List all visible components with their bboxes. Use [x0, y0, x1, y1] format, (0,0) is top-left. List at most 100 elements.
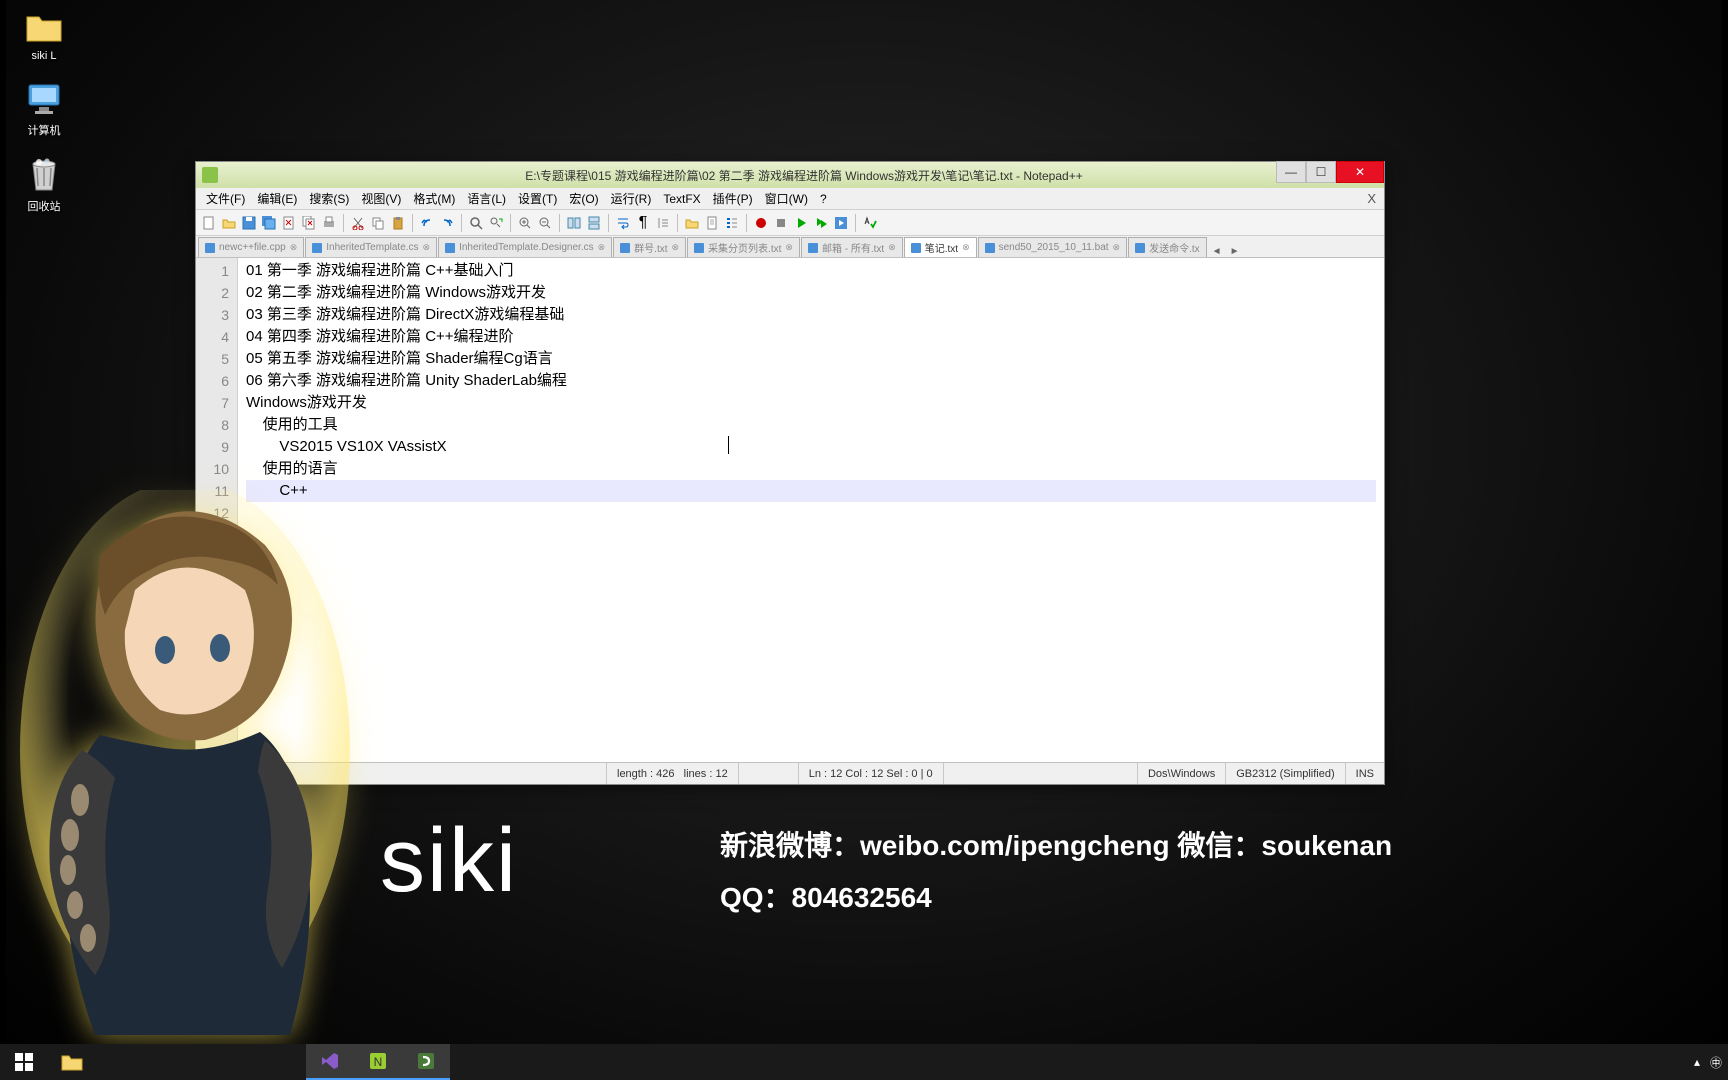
- menu-textfx[interactable]: TextFX: [657, 190, 706, 208]
- input-method-icon[interactable]: ㊥: [1710, 1054, 1722, 1071]
- status-eol: Dos\Windows: [1137, 763, 1225, 784]
- menu-search[interactable]: 搜索(S): [303, 188, 355, 209]
- function-list-icon[interactable]: [723, 214, 741, 232]
- tab-file[interactable]: 发送命令.tx: [1128, 237, 1207, 257]
- code-line: 03 第三季 游戏编程进阶篇 DirectX游戏编程基础: [246, 304, 1376, 326]
- code-line: 06 第六季 游戏编程进阶篇 Unity ShaderLab编程: [246, 370, 1376, 392]
- tab-file[interactable]: send50_2015_10_11.bat⊗: [978, 237, 1127, 257]
- toolbar-separator: [559, 214, 560, 232]
- cut-icon[interactable]: [349, 214, 367, 232]
- undo-icon[interactable]: [418, 214, 436, 232]
- save-icon[interactable]: [240, 214, 258, 232]
- toolbar-separator: [510, 214, 511, 232]
- letterbox-left: [0, 0, 6, 1080]
- tab-label: 采集分页列表.txt: [708, 240, 781, 255]
- tab-close-icon[interactable]: ⊗: [785, 242, 793, 253]
- tab-close-icon[interactable]: ⊗: [423, 242, 431, 253]
- toolbar-separator: [608, 214, 609, 232]
- copy-icon[interactable]: [369, 214, 387, 232]
- file-icon: [205, 243, 215, 253]
- menu-edit[interactable]: 编辑(E): [251, 188, 303, 209]
- menu-macro[interactable]: 宏(O): [563, 188, 604, 209]
- new-file-icon[interactable]: [200, 214, 218, 232]
- find-icon[interactable]: [467, 214, 485, 232]
- macro-stop-icon[interactable]: [772, 214, 790, 232]
- show-all-chars-icon[interactable]: ¶: [634, 214, 652, 232]
- code-line: 使用的工具: [246, 414, 1376, 436]
- macro-play-icon[interactable]: [792, 214, 810, 232]
- tab-close-icon[interactable]: ⊗: [672, 242, 680, 253]
- visual-studio-taskbar[interactable]: [306, 1044, 354, 1080]
- tab-file[interactable]: 群号.txt⊗: [613, 237, 686, 257]
- menu-window[interactable]: 窗口(W): [759, 188, 814, 209]
- zoom-in-icon[interactable]: [516, 214, 534, 232]
- close-button[interactable]: ✕: [1336, 161, 1384, 183]
- macro-record-icon[interactable]: [752, 214, 770, 232]
- menu-help[interactable]: ?: [814, 190, 833, 208]
- wordwrap-icon[interactable]: [614, 214, 632, 232]
- desktop-icon-recycle[interactable]: 回收站: [12, 156, 76, 214]
- start-button[interactable]: [0, 1044, 48, 1080]
- tab-close-icon[interactable]: ⊗: [962, 242, 970, 253]
- tab-close-icon[interactable]: ⊗: [1113, 242, 1121, 253]
- tab-file-active[interactable]: 笔记.txt⊗: [904, 237, 977, 257]
- file-explorer-taskbar[interactable]: [48, 1044, 96, 1080]
- tab-file[interactable]: InheritedTemplate.Designer.cs⊗: [438, 237, 612, 257]
- close-file-icon[interactable]: [280, 214, 298, 232]
- save-all-icon[interactable]: [260, 214, 278, 232]
- close-all-icon[interactable]: [300, 214, 318, 232]
- doc-map-icon[interactable]: [703, 214, 721, 232]
- desktop-icon-folder[interactable]: siki L: [12, 8, 76, 62]
- menu-run[interactable]: 运行(R): [605, 188, 658, 209]
- status-ins-mode[interactable]: INS: [1345, 763, 1384, 784]
- macro-play-multi-icon[interactable]: [812, 214, 830, 232]
- toolbar: ¶: [196, 210, 1384, 236]
- redo-icon[interactable]: [438, 214, 456, 232]
- code-line: 01 第一季 游戏编程进阶篇 C++基础入门: [246, 260, 1376, 282]
- folder-as-workspace-icon[interactable]: [683, 214, 701, 232]
- tab-file[interactable]: 邮箱 - 所有.txt⊗: [801, 237, 903, 257]
- notepad-plus-plus-taskbar[interactable]: N: [354, 1044, 402, 1080]
- menu-file[interactable]: 文件(F): [200, 188, 251, 209]
- tab-file[interactable]: 采集分页列表.txt ⊗: [687, 237, 800, 257]
- sync-h-icon[interactable]: [585, 214, 603, 232]
- desktop-icon-computer[interactable]: 计算机: [12, 80, 76, 138]
- tab-label: newc++file.cpp: [219, 242, 286, 253]
- window-title: E:\专题课程\015 游戏编程进阶篇\02 第二季 游戏编程进阶篇 Windo…: [224, 167, 1384, 184]
- menubar-close-icon[interactable]: X: [1367, 191, 1376, 206]
- tray-up-icon[interactable]: ▴: [1694, 1055, 1700, 1069]
- tab-scroll-left-icon[interactable]: ◄: [1208, 246, 1226, 257]
- paste-icon[interactable]: [389, 214, 407, 232]
- watermark-contact: 新浪微博：weibo.com/ipengcheng 微信：soukenan QQ…: [720, 820, 1392, 924]
- tab-close-icon[interactable]: ⊗: [888, 242, 896, 253]
- desktop-icon-label: 回收站: [28, 198, 61, 214]
- maximize-button[interactable]: ☐: [1306, 161, 1336, 183]
- titlebar[interactable]: E:\专题课程\015 游戏编程进阶篇\02 第二季 游戏编程进阶篇 Windo…: [196, 162, 1384, 188]
- camtasia-taskbar[interactable]: [402, 1044, 450, 1080]
- open-file-icon[interactable]: [220, 214, 238, 232]
- tab-file[interactable]: InheritedTemplate.cs⊗: [305, 237, 437, 257]
- menu-settings[interactable]: 设置(T): [512, 188, 563, 209]
- tab-close-icon[interactable]: ⊗: [290, 242, 298, 253]
- spellcheck-icon[interactable]: [861, 214, 879, 232]
- code-editor[interactable]: 01 第一季 游戏编程进阶篇 C++基础入门 02 第二季 游戏编程进阶篇 Wi…: [238, 258, 1384, 762]
- minimize-button[interactable]: —: [1276, 161, 1306, 183]
- tab-close-icon[interactable]: ⊗: [598, 242, 606, 253]
- file-icon: [985, 243, 995, 253]
- indent-guide-icon[interactable]: [654, 214, 672, 232]
- menu-language[interactable]: 语言(L): [461, 188, 512, 209]
- menu-plugins[interactable]: 插件(P): [707, 188, 759, 209]
- file-icon: [694, 243, 704, 253]
- print-icon[interactable]: [320, 214, 338, 232]
- macro-save-icon[interactable]: [832, 214, 850, 232]
- tab-file[interactable]: newc++file.cpp ⊗: [198, 237, 304, 257]
- file-icon: [312, 243, 322, 253]
- notepad-plus-plus-window: E:\专题课程\015 游戏编程进阶篇\02 第二季 游戏编程进阶篇 Windo…: [195, 161, 1385, 785]
- replace-icon[interactable]: [487, 214, 505, 232]
- menu-view[interactable]: 视图(V): [355, 188, 407, 209]
- menu-format[interactable]: 格式(M): [407, 188, 461, 209]
- tabbar: newc++file.cpp ⊗ InheritedTemplate.cs⊗ In…: [196, 236, 1384, 258]
- sync-v-icon[interactable]: [565, 214, 583, 232]
- tab-scroll-right-icon[interactable]: ►: [1226, 246, 1244, 257]
- zoom-out-icon[interactable]: [536, 214, 554, 232]
